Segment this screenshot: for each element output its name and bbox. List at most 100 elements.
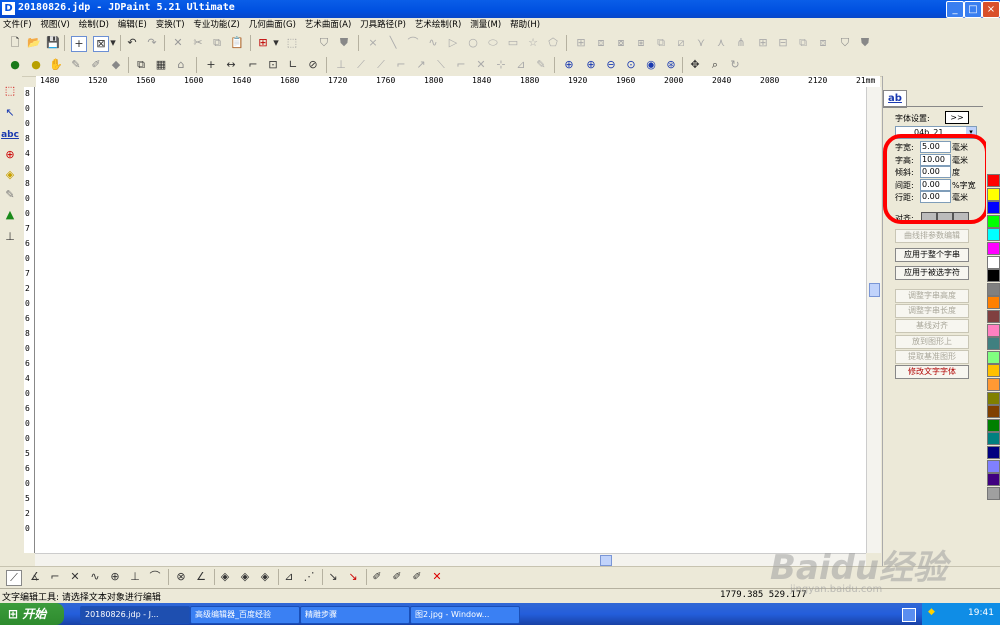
shield-icon[interactable]: ⛉: [317, 36, 331, 50]
ungroup-icon[interactable]: ⊟: [776, 36, 790, 50]
line-draw-icon[interactable]: ⟋: [6, 570, 22, 586]
snap-point-icon[interactable]: ⊗: [174, 570, 188, 584]
join-icon[interactable]: ⧆: [634, 36, 648, 50]
measure-tool-icon[interactable]: ⊥: [3, 230, 17, 244]
dropdown-arrow-icon[interactable]: ▾: [109, 36, 117, 50]
panel-button[interactable]: 调整字串长度: [895, 304, 969, 318]
menu-file[interactable]: 文件(F): [0, 18, 35, 32]
shield2-icon[interactable]: ⛉: [838, 36, 852, 50]
bulb-icon[interactable]: ●: [8, 58, 22, 72]
tool2-icon[interactable]: ⋰: [302, 570, 316, 584]
fillet-icon[interactable]: ⧄: [674, 36, 688, 50]
color-swatch[interactable]: [987, 214, 1000, 228]
minimize-button[interactable]: _: [946, 1, 964, 18]
light-icon[interactable]: ●: [29, 58, 43, 72]
arc-icon[interactable]: ⌒: [406, 36, 420, 50]
paste-icon[interactable]: 📋: [230, 36, 244, 50]
redo-icon[interactable]: ↷: [145, 36, 159, 50]
grid-dropdown-icon[interactable]: ▾: [272, 36, 280, 50]
grid-icon[interactable]: ⊞: [256, 36, 270, 50]
task-image[interactable]: 图2.jpg - Window...: [410, 606, 520, 624]
rectangle-icon[interactable]: ▭: [506, 36, 520, 50]
vertical-scrollbar[interactable]: [866, 87, 881, 553]
vscroll-thumb[interactable]: [869, 283, 880, 297]
tray-icon[interactable]: ◆: [928, 607, 935, 617]
ellipse-icon[interactable]: ⬭: [486, 36, 500, 50]
color-swatch[interactable]: [987, 364, 1000, 378]
undo-icon[interactable]: ↶: [125, 36, 139, 50]
color-swatch[interactable]: [987, 228, 1000, 242]
circle-tool-icon[interactable]: ⊕: [3, 148, 17, 162]
color-swatch[interactable]: [987, 418, 1000, 432]
menu-pro[interactable]: 专业功能(Z): [190, 18, 242, 32]
color-swatch[interactable]: [987, 432, 1000, 446]
shield3-icon[interactable]: ⛊: [858, 36, 872, 50]
line-icon[interactable]: ╲: [386, 36, 400, 50]
break-icon[interactable]: ⋏: [714, 36, 728, 50]
panel-button[interactable]: 应用于整个字串: [895, 248, 969, 262]
fillet2-icon[interactable]: ⌐: [454, 58, 468, 72]
target-icon[interactable]: ⊕: [108, 570, 122, 584]
cross-line-icon[interactable]: ✕: [68, 570, 82, 584]
select-rect-icon[interactable]: ⬚: [3, 84, 17, 98]
panel-button[interactable]: 曲线排参数编辑: [895, 229, 969, 243]
color-swatch[interactable]: [987, 337, 1000, 351]
polygon-icon[interactable]: ⬠: [546, 36, 560, 50]
color-swatch[interactable]: [987, 459, 1000, 473]
snap-angle-icon[interactable]: ∠: [194, 570, 208, 584]
curve-icon[interactable]: ∿: [88, 570, 102, 584]
zoom-all-icon[interactable]: ⊙: [624, 58, 638, 72]
offset-icon[interactable]: ⧉: [654, 36, 668, 50]
box-dim-icon[interactable]: ⊡: [266, 58, 280, 72]
zoom-in-icon[interactable]: ⊕: [584, 58, 598, 72]
chamfer-icon[interactable]: ⟍: [434, 58, 448, 72]
panel-button[interactable]: 调整字串高度: [895, 289, 969, 303]
angle-line-icon[interactable]: ∡: [28, 570, 42, 584]
task-folder[interactable]: 精雕步骤: [300, 606, 410, 624]
diamond2-icon[interactable]: ◈: [238, 570, 252, 584]
menu-view[interactable]: 视图(V): [37, 18, 72, 32]
task-jdpaint[interactable]: 20180826.jdp - J...: [80, 606, 190, 624]
shield-filled-icon[interactable]: ⛊: [337, 36, 351, 50]
font-settings-button[interactable]: >>: [945, 111, 969, 124]
tool1-icon[interactable]: ⊿: [282, 570, 296, 584]
trim-icon[interactable]: ⧇: [614, 36, 628, 50]
brush2-icon[interactable]: ✐: [390, 570, 404, 584]
order-icon[interactable]: ⧈: [816, 36, 830, 50]
color-swatch[interactable]: [987, 255, 1000, 269]
point-icon[interactable]: ×: [366, 36, 380, 50]
layer-icon[interactable]: ⧉: [796, 36, 810, 50]
color-swatch[interactable]: [987, 269, 1000, 283]
pencil-tool-icon[interactable]: ✎: [3, 188, 17, 202]
panel-button[interactable]: 应用于被选字符: [895, 266, 969, 280]
menu-art-surface[interactable]: 艺术曲面(A): [302, 18, 354, 32]
color-swatch[interactable]: [987, 323, 1000, 337]
arrow-dim-icon[interactable]: ↗: [414, 58, 428, 72]
pick1-icon[interactable]: ↘: [326, 570, 340, 584]
extend-icon[interactable]: ⋔: [734, 36, 748, 50]
zoom-out-icon[interactable]: ⊖: [604, 58, 618, 72]
color-swatch[interactable]: [987, 391, 1000, 405]
select-box-icon[interactable]: ⊠: [93, 36, 109, 52]
color-swatch[interactable]: [987, 473, 1000, 487]
width-dim-icon[interactable]: ↔: [224, 58, 238, 72]
rotate-view-icon[interactable]: ↻: [728, 58, 742, 72]
copy-page-icon[interactable]: ⧉: [134, 58, 148, 72]
open-file-icon[interactable]: 📂: [27, 36, 41, 50]
color-swatch[interactable]: [987, 310, 1000, 323]
color-swatch[interactable]: [987, 296, 1000, 310]
group-icon[interactable]: ⊞: [756, 36, 770, 50]
delete-icon[interactable]: ✕: [171, 36, 185, 50]
save-icon[interactable]: 💾: [46, 36, 60, 50]
tangent-icon[interactable]: ⌐: [394, 58, 408, 72]
pencil-icon[interactable]: ✎: [534, 58, 548, 72]
copy-icon[interactable]: ⧉: [210, 36, 224, 50]
skew-icon[interactable]: ⟋: [354, 58, 368, 72]
diamond1-icon[interactable]: ◈: [218, 570, 232, 584]
diamond3-icon[interactable]: ◈: [258, 570, 272, 584]
color-swatch[interactable]: [987, 242, 1000, 255]
view-eye-icon[interactable]: ◉: [644, 58, 658, 72]
cross-dim-icon[interactable]: ✕: [474, 58, 488, 72]
color-swatch[interactable]: [987, 378, 1000, 391]
fill-tool-icon[interactable]: ▲: [3, 208, 17, 222]
